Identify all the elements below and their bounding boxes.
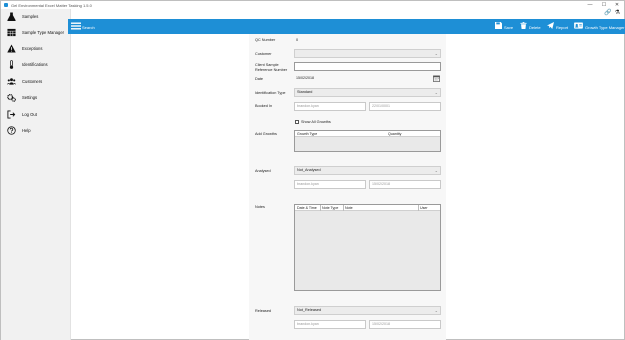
analysed-user-field[interactable]: brandon.kyan bbox=[294, 180, 366, 189]
sidebar-item-identifications[interactable]: Identifications bbox=[1, 59, 71, 71]
sidebar-item-log-out[interactable]: Log Out bbox=[1, 109, 71, 121]
report-button[interactable]: Report bbox=[547, 22, 573, 32]
analysed-dropdown[interactable]: Not_Analysed ⌄ bbox=[294, 166, 441, 175]
client-ref-label-line1: Client Sample bbox=[255, 63, 279, 67]
qc-number-label: QC Number bbox=[255, 38, 276, 42]
chevron-down-icon: ⌄ bbox=[434, 90, 438, 95]
growths-grid[interactable]: Growth Type Quantity bbox=[294, 130, 441, 152]
sidebar-item-label: Settings bbox=[22, 95, 38, 100]
sidebar-item-sample-type-manager[interactable]: Sample Type Manager bbox=[1, 27, 71, 39]
growth-type-manager-button[interactable]: Growth Type Manager bbox=[574, 22, 625, 32]
released-dropdown[interactable]: Not_Released ⌄ bbox=[294, 306, 441, 315]
sidebar-item-label: Customers bbox=[22, 79, 43, 84]
booked-in-user-field[interactable]: brandon.kyan bbox=[294, 102, 366, 111]
trash-icon bbox=[520, 22, 527, 29]
sidebar-item-settings[interactable]: Settings bbox=[1, 92, 71, 104]
search-button[interactable]: Search bbox=[70, 22, 98, 32]
column-separator bbox=[320, 205, 321, 211]
released-label: Released bbox=[255, 309, 272, 313]
minimize-button[interactable]: — bbox=[585, 2, 595, 8]
sample-form: QC Number 0 Customer ⌄ Client Sample Ref… bbox=[249, 34, 446, 340]
logout-icon bbox=[7, 110, 16, 119]
customer-dropdown[interactable]: ⌄ bbox=[294, 49, 441, 58]
flask-icon bbox=[7, 12, 16, 21]
notes-grid[interactable]: Date & Time Note Type Note User bbox=[294, 204, 441, 291]
customer-label: Customer bbox=[255, 52, 272, 56]
analysed-label: Analysed bbox=[255, 169, 271, 173]
report-label: Report bbox=[556, 25, 569, 30]
sidebar-item-samples[interactable]: Samples bbox=[1, 11, 71, 23]
notes-label: Notes bbox=[255, 205, 265, 209]
sidebar-item-label: Samples bbox=[22, 14, 39, 19]
toolbar: Search Save Delete Report Growth Type Ma… bbox=[68, 19, 625, 34]
sidebar-item-label: Log Out bbox=[22, 112, 37, 117]
app-window: Gel Environmental Excel Matter Tasking 1… bbox=[0, 0, 625, 340]
table-icon bbox=[7, 28, 16, 37]
search-list-icon bbox=[71, 22, 81, 30]
save-icon bbox=[495, 22, 502, 29]
sidebar-item-customers[interactable]: Customers bbox=[1, 76, 71, 88]
booked-in-date-field[interactable]: 22/01/0001 bbox=[369, 102, 441, 111]
growth-type-column-header[interactable]: Growth Type bbox=[297, 131, 317, 137]
released-value: Not_Released bbox=[297, 308, 322, 312]
identification-type-dropdown[interactable]: Standard ⌄ bbox=[294, 88, 441, 97]
identification-type-value: Standard bbox=[297, 90, 313, 94]
chevron-down-icon: ⌄ bbox=[434, 51, 438, 56]
sidebar-item-label: Sample Type Manager bbox=[22, 30, 65, 35]
date-time-column-header[interactable]: Date & Time bbox=[297, 205, 317, 211]
header-icons: 🔗 ⚗ bbox=[604, 9, 620, 17]
booked-in-label: Booked In bbox=[255, 104, 273, 108]
users-icon bbox=[7, 78, 16, 85]
client-ref-label-line2: Reference Number bbox=[255, 68, 288, 72]
thermometer-icon bbox=[9, 60, 14, 69]
delete-button[interactable]: Delete bbox=[520, 22, 544, 32]
sidebar-item-exceptions[interactable]: Exceptions bbox=[1, 43, 71, 55]
date-label: Date bbox=[255, 77, 264, 81]
maximize-button[interactable]: ☐ bbox=[599, 2, 609, 8]
chevron-down-icon: ⌄ bbox=[434, 308, 438, 313]
note-column-header[interactable]: Note bbox=[345, 205, 353, 211]
chevron-down-icon: ⌄ bbox=[434, 168, 438, 173]
growth-type-manager-label: Growth Type Manager bbox=[585, 25, 625, 30]
title-bar: Gel Environmental Excel Matter Tasking 1… bbox=[1, 1, 624, 9]
user-column-header[interactable]: User bbox=[420, 205, 428, 211]
released-user-field[interactable]: brandon.kyan bbox=[294, 320, 366, 329]
search-label: Search bbox=[82, 25, 95, 30]
notes-grid-header: Date & Time Note Type Note User bbox=[295, 205, 440, 211]
client-ref-input[interactable] bbox=[294, 62, 441, 71]
gears-icon bbox=[7, 94, 16, 102]
save-button[interactable]: Save bbox=[495, 22, 515, 32]
analysed-value: Not_Analysed bbox=[297, 168, 321, 172]
date-field[interactable]: 15/02/2018 bbox=[294, 75, 434, 84]
add-growths-label: Add Growths bbox=[255, 132, 277, 136]
warning-icon bbox=[7, 44, 16, 53]
app-icon bbox=[4, 3, 8, 7]
delete-label: Delete bbox=[529, 25, 541, 30]
sidebar: Samples Sample Type Manager Exceptions I… bbox=[1, 9, 71, 340]
analysed-date-field[interactable]: 15/02/2018 bbox=[369, 180, 441, 189]
save-label: Save bbox=[504, 25, 514, 30]
close-button[interactable]: ✕ bbox=[612, 2, 622, 8]
link-icon[interactable]: 🔗 bbox=[604, 9, 611, 17]
sidebar-item-label: Help bbox=[22, 128, 31, 133]
sidebar-item-help[interactable]: Help bbox=[1, 125, 71, 137]
flask-icon[interactable]: ⚗ bbox=[615, 9, 620, 17]
note-type-column-header[interactable]: Note Type bbox=[322, 205, 338, 211]
show-all-growths-label: Show All Growths bbox=[301, 120, 331, 124]
help-icon bbox=[7, 126, 16, 135]
sidebar-item-label: Identifications bbox=[22, 62, 48, 67]
growths-grid-header: Growth Type Quantity bbox=[295, 131, 440, 137]
window-title: Gel Environmental Excel Matter Tasking 1… bbox=[11, 3, 92, 8]
calendar-icon[interactable] bbox=[433, 75, 440, 82]
paper-plane-icon bbox=[547, 22, 554, 29]
qc-number-value: 0 bbox=[296, 38, 299, 42]
column-separator bbox=[343, 205, 344, 211]
column-separator bbox=[418, 205, 419, 211]
id-card-icon bbox=[574, 22, 583, 29]
released-date-field[interactable]: 15/02/2018 bbox=[369, 320, 441, 329]
show-all-growths-checkbox[interactable] bbox=[295, 120, 299, 124]
quantity-column-header[interactable]: Quantity bbox=[388, 131, 401, 137]
identification-type-label: Identification Type bbox=[255, 91, 286, 95]
sidebar-item-label: Exceptions bbox=[22, 46, 43, 51]
